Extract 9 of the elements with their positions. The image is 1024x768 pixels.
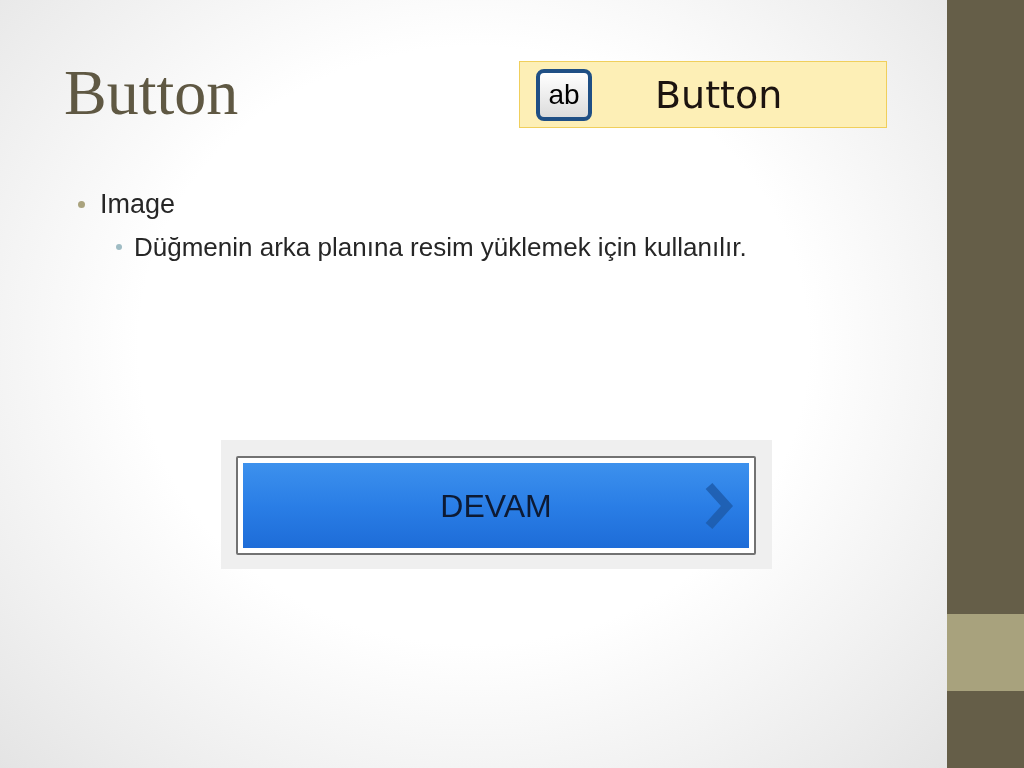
image-button[interactable]: DEVAM xyxy=(236,456,756,555)
slide-title: Button xyxy=(64,61,239,125)
chevron-right-icon xyxy=(703,482,733,529)
text-box-icon: ab xyxy=(536,68,592,121)
bullet-icon xyxy=(116,244,122,250)
bullet-text: Düğmenin arka planına resim yüklemek için kullanılır. xyxy=(134,234,747,260)
toolbox-label: Button xyxy=(655,75,783,114)
bullet-text: Image xyxy=(100,191,176,218)
bullet-icon xyxy=(78,201,85,208)
